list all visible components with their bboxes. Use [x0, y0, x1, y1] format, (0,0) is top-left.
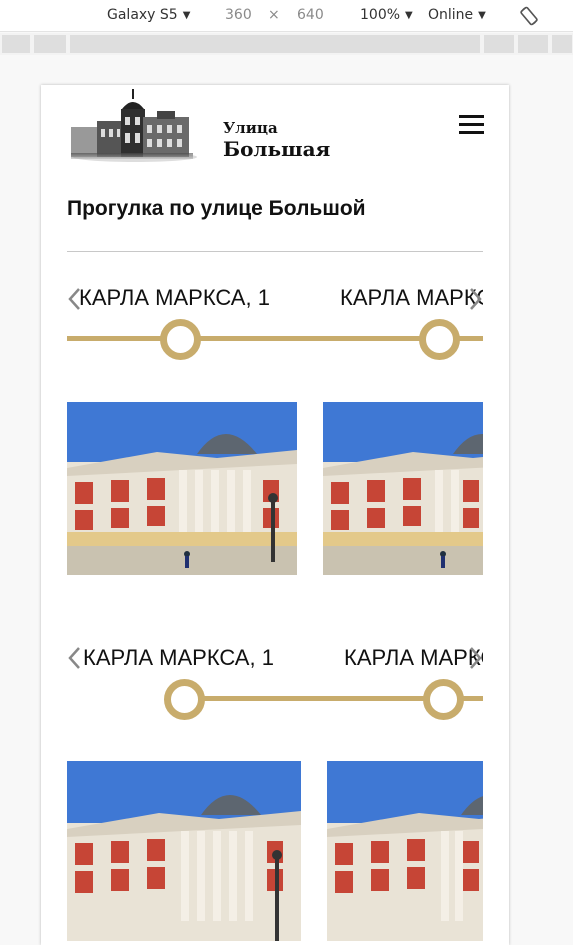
caret-down-icon: ▼: [478, 10, 486, 21]
device-viewport: Улица Большая Прогулка по улице Большой …: [41, 85, 509, 945]
network-throttle-select[interactable]: Online ▼: [428, 7, 486, 23]
media-query-segment[interactable]: [2, 35, 30, 53]
timeline-node[interactable]: [164, 679, 205, 720]
building-photo[interactable]: [327, 761, 483, 941]
media-query-segment[interactable]: [484, 35, 514, 53]
theatre-building-image: [67, 402, 297, 575]
media-query-segment[interactable]: [518, 35, 548, 53]
hamburger-menu-icon[interactable]: [459, 113, 485, 135]
rotate-device-icon[interactable]: [518, 5, 540, 27]
divider: [67, 251, 483, 252]
chevron-right-icon[interactable]: [467, 645, 483, 671]
theatre-building-image: [67, 761, 301, 941]
device-width-input[interactable]: 360: [225, 7, 252, 23]
media-query-segment[interactable]: [552, 35, 572, 53]
slide-label[interactable]: КАРЛА МАРКСА, 1: [79, 285, 270, 311]
slide-label[interactable]: КАРЛА МАРКСА, 1: [340, 285, 483, 311]
device-height-input[interactable]: 640: [297, 7, 324, 23]
caret-down-icon: ▼: [182, 10, 191, 21]
device-toolbar: Galaxy S5 ▼ 360 × 640 100% ▼ Online ▼: [0, 0, 573, 32]
site-logo[interactable]: Улица Большая: [67, 87, 330, 163]
media-query-segment[interactable]: [34, 35, 66, 53]
zoom-select[interactable]: 100% ▼: [360, 7, 413, 23]
slide-label[interactable]: КАРЛА МАРКСА, 1: [344, 645, 483, 671]
tour-slider: КАРЛА МАРКСА, 1 КАРЛА МАРКСА, 1: [67, 641, 483, 941]
media-query-segment[interactable]: [70, 35, 480, 53]
device-select[interactable]: Galaxy S5 ▼: [107, 7, 190, 23]
logo-title-line2: Большая: [223, 137, 331, 161]
timeline-node[interactable]: [160, 319, 201, 360]
building-photo[interactable]: [323, 402, 483, 575]
page-title: Прогулка по улице Большой: [67, 197, 366, 220]
tour-slider: КАРЛА МАРКСА, 1 КАРЛА МАРКСА, 1: [67, 281, 483, 581]
timeline-node[interactable]: [419, 319, 460, 360]
building-photo[interactable]: [67, 761, 301, 941]
building-photo[interactable]: [67, 402, 297, 575]
caret-down-icon: ▼: [405, 10, 413, 21]
chevron-right-icon[interactable]: [467, 286, 483, 312]
slide-label[interactable]: КАРЛА МАРКСА, 1: [83, 645, 274, 671]
media-query-bar: [0, 33, 573, 55]
timeline-node[interactable]: [423, 679, 464, 720]
chevron-left-icon[interactable]: [67, 645, 83, 671]
theatre-building-image: [323, 402, 483, 575]
logo-title-line1: Улица: [223, 119, 278, 137]
theatre-building-image: [327, 761, 483, 941]
dimension-separator: ×: [268, 7, 280, 23]
building-logo-image: [71, 89, 197, 162]
